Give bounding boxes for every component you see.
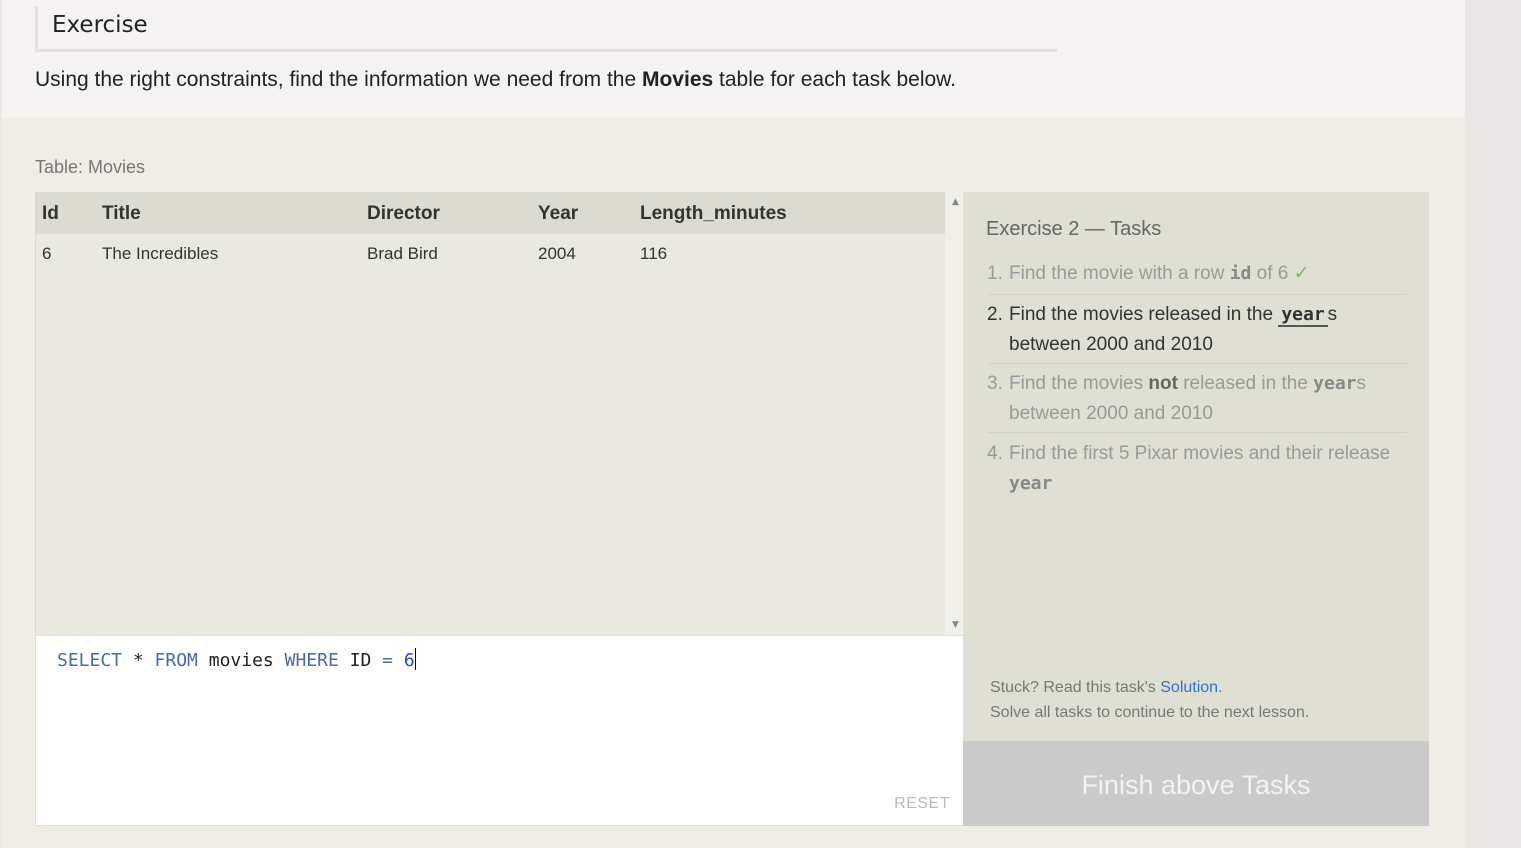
table-label: Table: Movies — [35, 157, 146, 177]
column-header-title: Title — [102, 203, 141, 224]
exercise-header: Exercise — [35, 6, 1057, 52]
cell-director: Brad Bird — [367, 244, 438, 263]
checkmark-icon: ✓ — [1293, 263, 1310, 284]
text-cursor — [414, 648, 416, 670]
tasks-title: Exercise 2 — Tasks — [986, 218, 1162, 240]
table-header-row: Id Title Director Year Length_minutes — [36, 192, 945, 234]
finish-tasks-button[interactable]: Finish above Tasks — [963, 741, 1429, 826]
sql-query-text[interactable]: SELECT * FROM movies WHERE ID = 6 — [57, 648, 416, 671]
table-name: Movies — [641, 68, 714, 91]
results-table: Id Title Director Year Length_minutes 6 … — [35, 192, 966, 635]
task-item-1: 1. Find the movie with a row id of 6 ✓ — [987, 259, 1407, 295]
exercise-title: Exercise — [52, 12, 148, 38]
sql-editor[interactable]: SELECT * FROM movies WHERE ID = 6 RESET — [35, 635, 965, 826]
column-header-length: Length_minutes — [640, 203, 787, 224]
cell-id: 6 — [42, 244, 52, 263]
task-item-3: 3. Find the movies not released in the y… — [987, 369, 1407, 433]
cell-title: The Incredibles — [102, 244, 219, 263]
help-text: Stuck? Read this task's Solution. Solve … — [990, 675, 1309, 725]
column-header-director: Director — [367, 203, 440, 224]
column-header-year: Year — [538, 203, 579, 224]
column-header-id: Id — [42, 203, 59, 224]
continue-note: Solve all tasks to continue to the next … — [990, 704, 1310, 721]
exercise-instructions: Using the right constraints, find the in… — [35, 68, 956, 91]
cell-length: 116 — [640, 244, 668, 263]
reset-button[interactable]: RESET — [894, 795, 950, 813]
task-item-4: 4. Find the first 5 Pixar movies and the… — [987, 443, 1391, 494]
tasks-panel: Exercise 2 — Tasks 1. Find the movie wit… — [963, 192, 1429, 741]
solution-link[interactable]: Solution — [1160, 679, 1218, 696]
task-item-2: 2. Find the movies released in the year s… — [987, 300, 1407, 364]
cell-year: 2004 — [538, 244, 576, 263]
exercise-intro: Exercise Using the right constraints, fi… — [2, 0, 1465, 118]
